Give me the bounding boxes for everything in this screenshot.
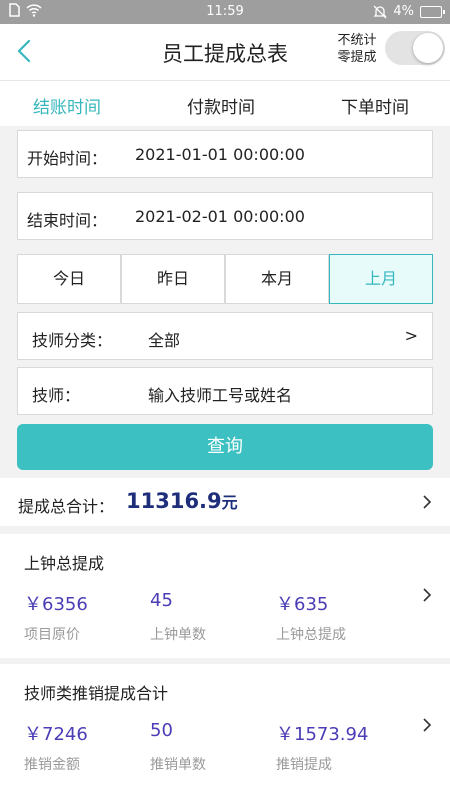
start-time-value: 2021-01-01 00:00:00 [135,145,305,164]
stat-label-sales-count: 推销单数 [150,757,206,773]
commission-total-unit: 元 [221,493,238,512]
tech-category-label: 技师分类： [32,331,113,350]
tech-category-select[interactable]: 技师分类： 全部 > [17,312,433,360]
stat-value-service-commission: ￥635 [276,594,329,615]
time-type-tabs: 结账时间 付款时间 下单时间 [0,81,450,126]
card-title: 上钟总提成 [24,554,105,573]
chevron-right-icon [423,588,432,602]
silent-bell-icon [373,5,387,18]
tech-search-placeholder: 输入技师工号或姓名 [148,386,293,405]
stat-value-sales-amount: ￥7246 [24,724,88,745]
stat-label-sales-amount: 推销金额 [24,757,80,773]
quick-range-yesterday[interactable]: 昨日 [121,254,225,304]
tab-checkout-time[interactable]: 结账时间 [33,93,101,118]
tech-category-value: 全部 [148,331,181,350]
end-time-field[interactable]: 结束时间： 2021-02-01 00:00:00 [17,192,433,240]
stat-label-original-price: 项目原价 [24,627,80,643]
stat-value-service-count: 45 [150,590,173,611]
start-time-field[interactable]: 开始时间： 2021-01-01 00:00:00 [17,130,433,178]
sales-commission-card[interactable]: 技师类推销提成合计 ￥7246 推销金额 50 推销单数 ￥1573.94 推销… [0,664,450,800]
tab-order-time[interactable]: 下单时间 [341,93,409,118]
quick-range-last-month[interactable]: 上月 [329,254,433,304]
status-bar: 11:59 4% [0,0,450,24]
zero-commission-toggle[interactable] [385,31,445,65]
chevron-right-icon [423,495,432,509]
commission-total-amount: 11316.9元 [126,489,238,513]
stat-value-sales-count: 50 [150,720,173,741]
quick-range-this-month[interactable]: 本月 [225,254,329,304]
toggle-label-line2: 零提成 [337,50,377,65]
tab-payment-time[interactable]: 付款时间 [187,93,255,118]
stat-value-sales-commission: ￥1573.94 [276,724,369,745]
query-button[interactable]: 查询 [17,424,433,470]
tech-search-field[interactable]: 技师： 输入技师工号或姓名 [17,367,433,415]
battery-icon [420,5,445,18]
start-time-label: 开始时间： [27,149,108,168]
page-title: 员工提成总表 [162,42,288,66]
commission-total-value: 11316.9 [126,489,222,513]
card-title: 技师类推销提成合计 [24,684,169,703]
commission-total-row[interactable]: 提成总合计： 11316.9元 [0,478,450,526]
end-time-value: 2021-02-01 00:00:00 [135,207,305,226]
commission-total-label: 提成总合计： [18,497,115,516]
tech-label: 技师： [32,386,81,405]
quick-range-today[interactable]: 今日 [17,254,121,304]
toggle-knob [413,33,443,63]
battery-percent: 4% [393,4,414,19]
stat-label-sales-commission: 推销提成 [276,757,332,773]
toggle-label-line1: 不统计 [337,33,377,48]
stat-label-service-count: 上钟单数 [150,627,206,643]
stat-label-service-commission: 上钟总提成 [276,627,346,643]
stat-value-original-price: ￥6356 [24,594,88,615]
service-commission-card[interactable]: 上钟总提成 ￥6356 项目原价 45 上钟单数 ￥635 上钟总提成 [0,534,450,658]
end-time-label: 结束时间： [27,211,108,230]
chevron-right-icon [423,718,432,732]
app-header: 员工提成总表 不统计 零提成 [0,24,450,81]
chevron-right-icon: > [404,326,418,345]
zero-commission-toggle-label: 不统计 零提成 [332,32,382,66]
status-right-icons: 4% [373,4,445,19]
